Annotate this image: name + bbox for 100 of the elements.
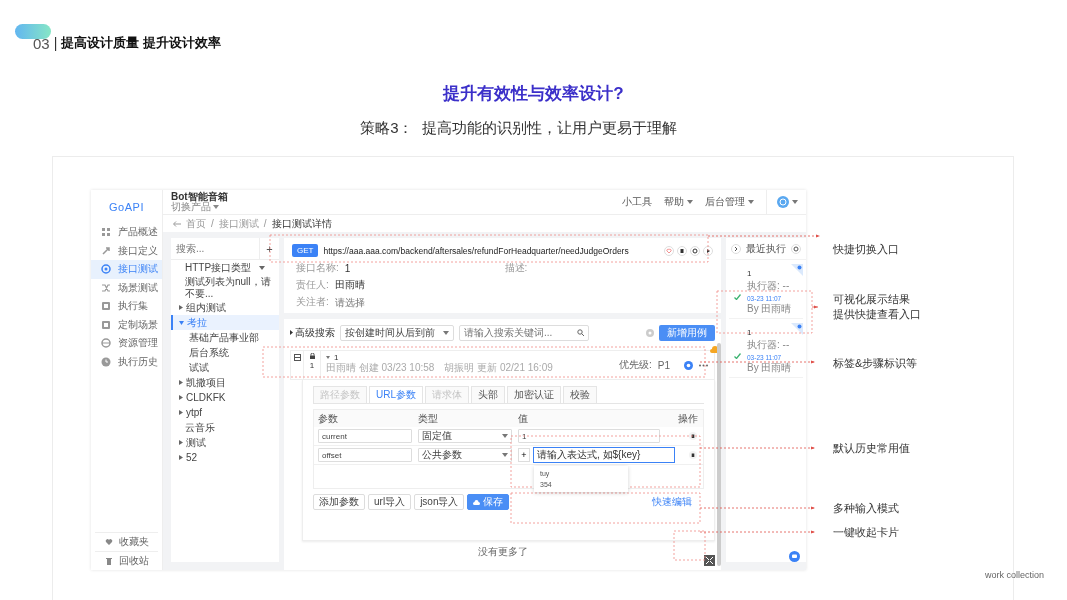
param-value-field[interactable]: 1 bbox=[518, 429, 660, 443]
tag-corner-icon bbox=[791, 323, 803, 335]
case-index: 1 bbox=[309, 361, 315, 370]
highlight-frame bbox=[673, 530, 706, 561]
circle-icon[interactable] bbox=[690, 245, 700, 256]
caret-icon bbox=[502, 434, 508, 438]
avatar-icon[interactable] bbox=[777, 196, 789, 208]
plus-button[interactable]: + bbox=[518, 448, 530, 462]
quick-edit-link[interactable]: 快速编辑 bbox=[646, 495, 698, 509]
run-author: By 田雨晴 bbox=[747, 363, 793, 373]
caret-icon bbox=[213, 205, 219, 209]
column-header: 参数 bbox=[318, 411, 339, 426]
more-icon[interactable] bbox=[699, 363, 708, 367]
tree-item[interactable]: 凯撒项目 bbox=[171, 375, 279, 390]
search-icon bbox=[577, 329, 584, 336]
field-label: 接口名称: bbox=[296, 261, 339, 275]
caret-icon bbox=[748, 200, 754, 204]
param-name-field[interactable]: current bbox=[318, 429, 412, 443]
param-type-select[interactable]: 公共参数 bbox=[418, 448, 512, 462]
chat-icon[interactable] bbox=[789, 551, 800, 562]
nav-item[interactable]: 回收站 bbox=[95, 551, 158, 570]
field-label: 关注者: bbox=[296, 295, 329, 309]
breadcrumb-separator: / bbox=[211, 218, 214, 229]
tree-item[interactable]: 组内测试 bbox=[171, 300, 279, 315]
document-icon[interactable] bbox=[677, 245, 687, 256]
tree-item[interactable]: CLDKFK bbox=[171, 390, 279, 405]
tree-item[interactable]: ytpf bbox=[171, 405, 279, 420]
menu-item[interactable]: 后台管理 bbox=[705, 195, 754, 209]
param-tab[interactable]: 加密认证 bbox=[507, 386, 561, 403]
case-meta: 胡振明 更新 02/21 16:09 bbox=[444, 362, 553, 373]
accent-pill bbox=[15, 24, 51, 39]
tree-item[interactable]: 测试列表为null，请不要... bbox=[171, 276, 279, 300]
field-label: 描述: bbox=[504, 261, 528, 275]
annotation-text: 多种输入模式 bbox=[833, 501, 899, 516]
field-label: 责任人: bbox=[296, 278, 329, 292]
nav-item[interactable]: 收藏夹 bbox=[95, 532, 158, 551]
shuffle-icon bbox=[101, 282, 111, 293]
action-button[interactable]: 添加参数 bbox=[313, 494, 365, 510]
collapse-icon bbox=[706, 557, 713, 564]
nav-item[interactable]: 接口定义 bbox=[91, 241, 162, 260]
link-icon bbox=[101, 245, 111, 256]
request-url: https://aaa.aaa.com/backend/aftersales/refundForHeadquarter/needJudgeOrders bbox=[323, 245, 629, 256]
nav-item[interactable]: 场景测试 bbox=[91, 278, 162, 297]
tree-item[interactable]: 基础产品事业部 bbox=[171, 330, 279, 345]
annotation-text: 默认历史常用值 bbox=[833, 441, 910, 456]
param-tab[interactable]: 头部 bbox=[471, 386, 505, 403]
advanced-search-toggle[interactable]: 高级搜索 bbox=[290, 325, 335, 340]
trash-icon bbox=[105, 557, 113, 565]
product-name: Bot智能音箱 bbox=[171, 192, 228, 202]
heart-icon bbox=[105, 538, 113, 546]
trash-icon[interactable] bbox=[689, 432, 697, 440]
tree-item[interactable]: 测试 bbox=[171, 435, 279, 450]
annotation-text: 快捷切换入口 bbox=[833, 242, 899, 257]
param-name-field[interactable]: offset bbox=[318, 448, 412, 462]
grid-icon bbox=[101, 227, 111, 238]
case-search-field[interactable]: 请输入搜索关键词... bbox=[459, 324, 589, 341]
target-icon bbox=[101, 264, 111, 275]
column-header: 操作 bbox=[678, 411, 698, 426]
caret-icon bbox=[259, 266, 266, 270]
case-name: 1 bbox=[334, 353, 339, 362]
collapse-button[interactable] bbox=[704, 555, 715, 566]
section-title: 提高设计质量 提升设计效率 bbox=[61, 34, 221, 52]
param-tab[interactable]: 校验 bbox=[563, 386, 597, 403]
sort-select[interactable]: 按创建时间从后到前 bbox=[340, 324, 454, 341]
run-executor: 执行器: -- bbox=[747, 279, 791, 293]
annotation-text: 标签&步骤标识等 bbox=[833, 356, 918, 371]
calendar-icon bbox=[293, 354, 301, 361]
menu-item[interactable]: 帮助 bbox=[664, 195, 693, 209]
lock-icon bbox=[309, 353, 315, 359]
run-icon[interactable] bbox=[684, 360, 693, 370]
box-icon bbox=[101, 301, 111, 312]
caret-down-icon[interactable] bbox=[326, 356, 330, 359]
globe-icon bbox=[101, 338, 111, 349]
nav-item[interactable]: 产品概述 bbox=[91, 223, 162, 242]
trash-icon[interactable] bbox=[689, 451, 697, 459]
type-filter[interactable]: HTTP接口类型 bbox=[171, 260, 279, 276]
tree-item[interactable]: 52 bbox=[171, 450, 279, 465]
footer-text: work collection bbox=[984, 570, 1044, 580]
tree-item[interactable]: 后台系统 bbox=[171, 345, 279, 360]
menu-item[interactable]: 小工具 bbox=[622, 195, 652, 209]
action-button[interactable]: url导入 bbox=[368, 494, 412, 510]
nav-item[interactable]: 定制场景 bbox=[91, 315, 162, 334]
tree-item[interactable]: 试试 bbox=[171, 360, 279, 375]
leader-line bbox=[811, 305, 819, 309]
play-icon[interactable] bbox=[703, 245, 713, 256]
section-number: 03 bbox=[33, 34, 50, 52]
tree-item[interactable]: 云音乐 bbox=[171, 420, 279, 435]
param-type-select[interactable]: 固定值 bbox=[418, 429, 512, 443]
clock-icon bbox=[101, 356, 111, 367]
product-selector[interactable]: 切换产品 bbox=[171, 202, 228, 212]
param-value-field[interactable]: 请输入表达式, 如${key} bbox=[533, 447, 675, 463]
tag-corner-icon bbox=[791, 264, 803, 276]
param-tab[interactable]: URL参数 bbox=[369, 386, 423, 403]
action-button[interactable]: json导入 bbox=[414, 494, 465, 510]
nav-item[interactable]: 资源管理 bbox=[91, 334, 162, 353]
chevron-right-icon[interactable] bbox=[731, 243, 741, 254]
run-name: 1 bbox=[747, 269, 753, 278]
nav-item[interactable]: 执行集 bbox=[91, 297, 162, 316]
caret-icon bbox=[502, 453, 508, 457]
nav-item[interactable]: 执行历史 bbox=[91, 352, 162, 371]
